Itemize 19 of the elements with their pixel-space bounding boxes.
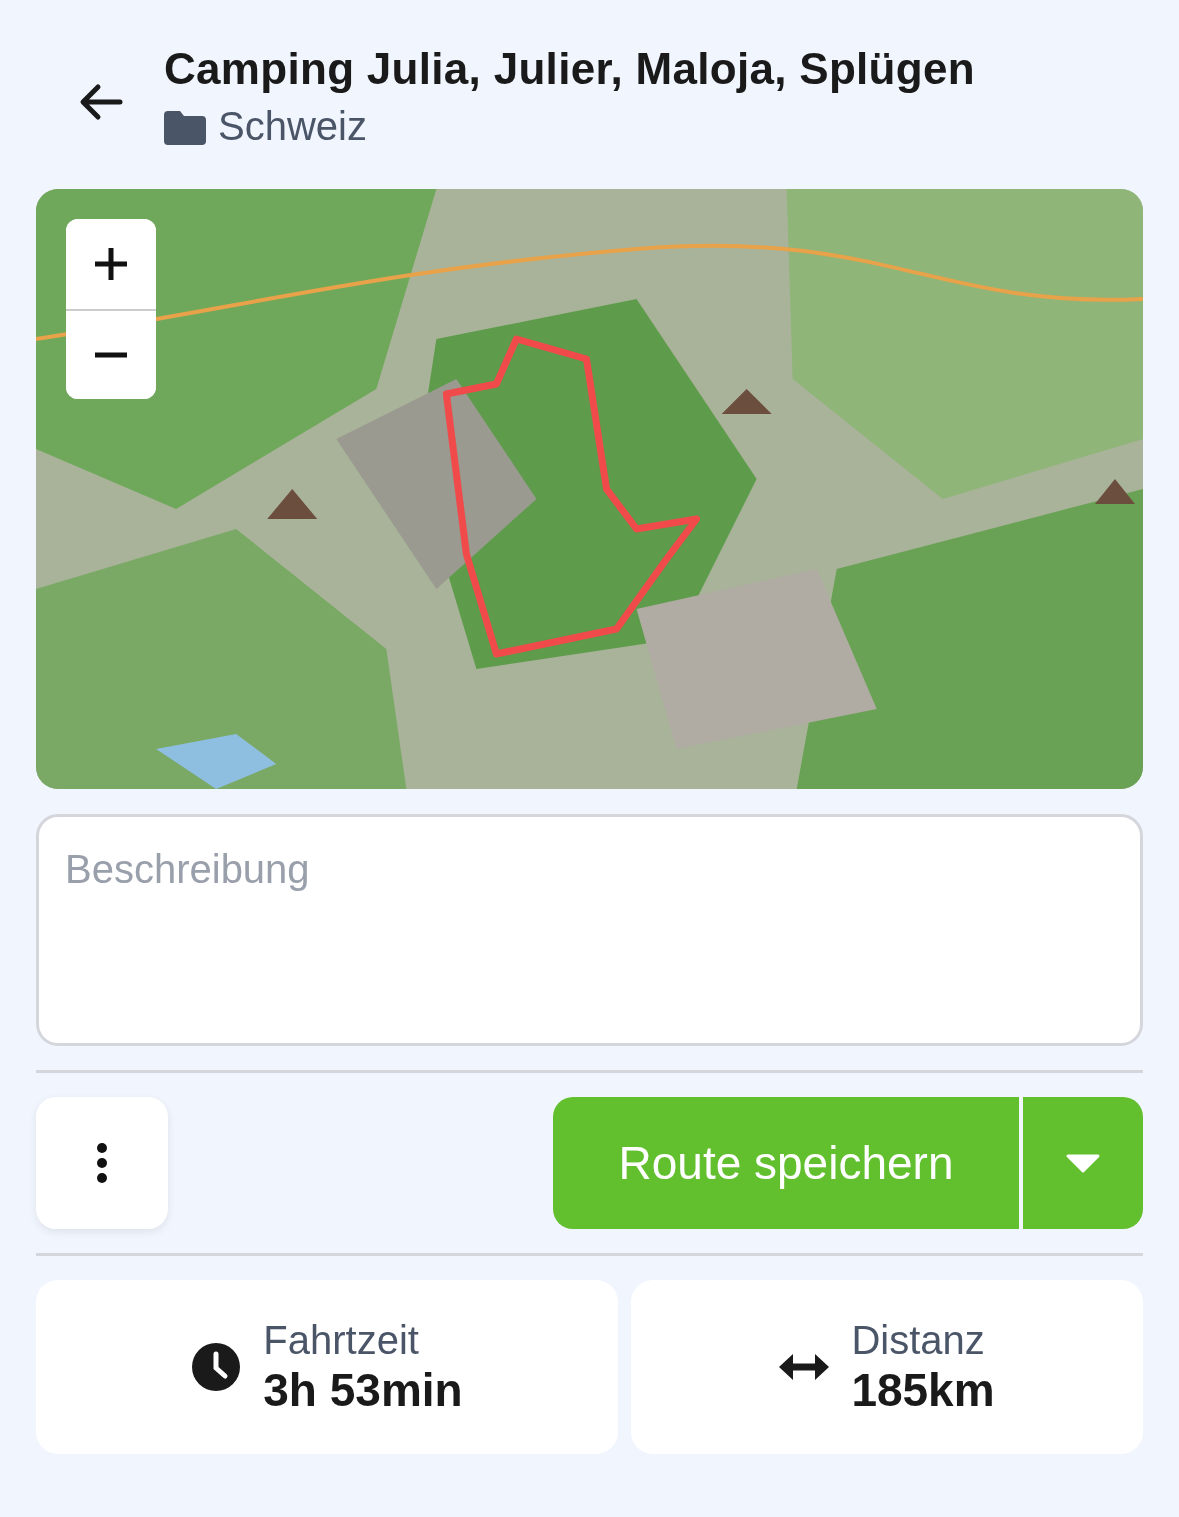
stat-value: 185km <box>851 1362 995 1417</box>
more-icon <box>96 1142 108 1184</box>
folder-icon <box>164 108 206 145</box>
double-arrow-icon <box>779 1352 830 1382</box>
save-route-button[interactable]: Route speichern <box>553 1097 1019 1229</box>
clock-icon <box>191 1342 242 1392</box>
back-button[interactable] <box>78 82 124 122</box>
stat-label: Distanz <box>851 1317 986 1363</box>
route-title: Camping Julia, Julier, Maloja, Splügen <box>164 44 975 94</box>
back-arrow-icon <box>78 82 124 122</box>
zoom-out-button[interactable] <box>66 309 156 399</box>
stat-value: 3h 53min <box>263 1362 463 1417</box>
description-field[interactable]: Beschreibung <box>36 814 1143 1046</box>
dropdown-button[interactable] <box>1023 1097 1143 1229</box>
stat-label: Fahrtzeit <box>263 1317 420 1363</box>
caret-icon <box>1066 1153 1100 1173</box>
minus-icon <box>93 352 129 358</box>
folder-name: Schweiz <box>218 104 367 149</box>
plus-icon <box>93 246 129 282</box>
